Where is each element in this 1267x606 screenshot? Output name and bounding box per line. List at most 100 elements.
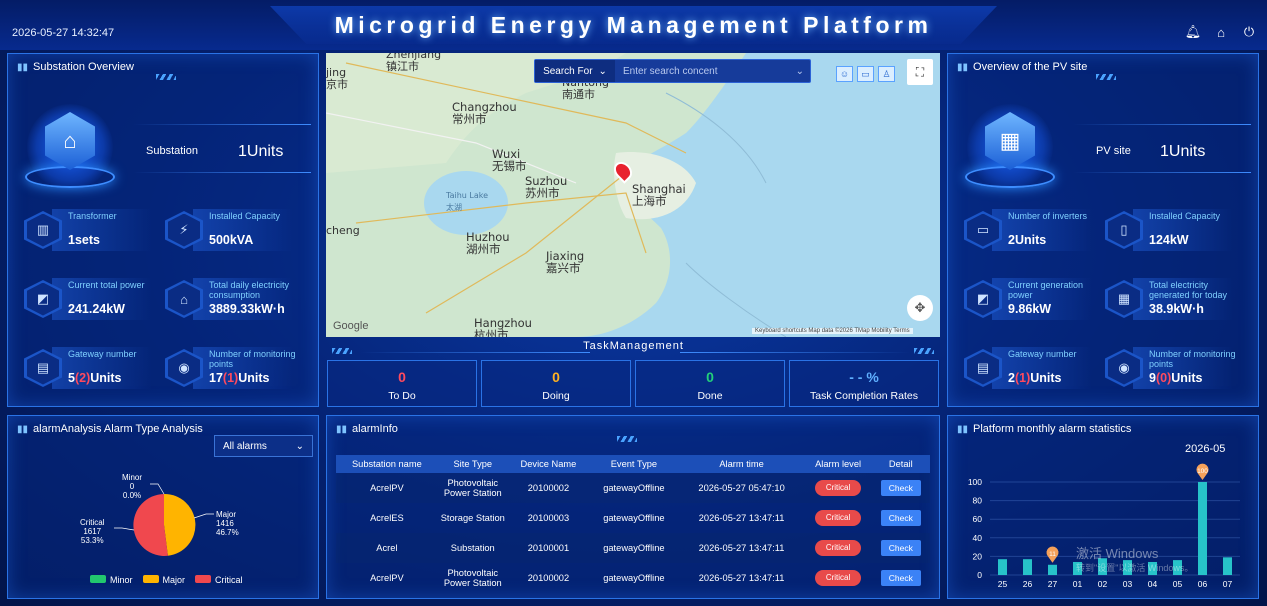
kpi-value: 38.9kW·h bbox=[1149, 302, 1204, 316]
legend-item-critical[interactable]: Critical bbox=[195, 575, 243, 585]
pv-panel: ▮▮ Overview of the PV site ▦ PV site 1Uni… bbox=[947, 53, 1259, 407]
chevron-down-icon: ⌄ bbox=[598, 65, 607, 77]
fullscreen-icon[interactable]: ⛶ bbox=[907, 59, 933, 85]
x-tick-label: 05 bbox=[1173, 579, 1183, 589]
chevron-down-icon: ⌄ bbox=[295, 440, 304, 452]
bar[interactable] bbox=[1198, 482, 1207, 575]
table-row: AcrelPV Photovoltaic Power Station 20100… bbox=[336, 473, 930, 503]
home-icon[interactable]: ⌂ bbox=[1213, 24, 1229, 40]
table-row: AcrelPV Photovoltaic Power Station 20100… bbox=[336, 563, 930, 593]
person-icon[interactable]: ☺ bbox=[836, 66, 853, 82]
windows-watermark: 激活 Windows bbox=[1076, 546, 1159, 561]
bar[interactable] bbox=[1223, 557, 1232, 575]
task-label: To Do bbox=[388, 390, 416, 402]
substation-stat-value: 1Units bbox=[238, 143, 284, 160]
task-doing[interactable]: 0 Doing bbox=[481, 360, 631, 407]
bar-chart-icon: ▮▮ bbox=[17, 61, 29, 73]
map-place: Jiaxing 嘉兴市 bbox=[546, 249, 585, 275]
col-header: Event Type bbox=[589, 455, 679, 473]
legend-item-major[interactable]: Major bbox=[142, 575, 185, 585]
x-tick-label: 07 bbox=[1223, 579, 1233, 589]
map-view[interactable]: Zhenjiang镇江市 jing京市 Nantong南通市 Changzhou… bbox=[326, 53, 940, 337]
task-count: - - % bbox=[849, 369, 879, 385]
check-button[interactable]: Check bbox=[880, 540, 921, 556]
kpi-value: 500kVA bbox=[209, 233, 254, 247]
gateway-icon: ▤ bbox=[27, 351, 59, 385]
kpi-value: 9(0)Units bbox=[1149, 371, 1203, 385]
map-place: Wuxi 无锡市 bbox=[492, 147, 527, 173]
house-electric-icon: ⌂ bbox=[168, 282, 200, 316]
alarm-level-badge: Critical bbox=[815, 570, 862, 586]
map-place: Zhenjiang 镇江市 bbox=[386, 53, 442, 73]
kpi-value: 2Units bbox=[1008, 233, 1047, 247]
y-tick-label: 80 bbox=[973, 496, 983, 506]
search-input[interactable]: Enter search concent ⌄ bbox=[615, 60, 810, 82]
task-todo[interactable]: 0 To Do bbox=[327, 360, 477, 407]
current-datetime: 2026-05-27 14:32:47 bbox=[12, 27, 115, 39]
kpi-label: Total daily electricity consumption bbox=[209, 280, 290, 300]
check-button[interactable]: Check bbox=[880, 480, 921, 496]
bar[interactable] bbox=[1023, 559, 1032, 575]
task-completion-rate[interactable]: - - % Task Completion Rates bbox=[789, 360, 939, 407]
x-tick-label: 01 bbox=[1073, 579, 1083, 589]
map-place: Changzhou 常州市 bbox=[452, 100, 517, 126]
kpi-label: Number of monitoring points bbox=[1149, 349, 1236, 369]
compass-icon[interactable]: ✥ bbox=[907, 295, 933, 321]
marker-label: 11 bbox=[1049, 551, 1056, 558]
kpi-value: 1sets bbox=[68, 233, 100, 247]
x-tick-label: 06 bbox=[1198, 579, 1208, 589]
pie-slice-critical bbox=[133, 494, 168, 556]
alarm-table: Substation name Site Type Device Name Ev… bbox=[336, 455, 930, 593]
bar[interactable] bbox=[1048, 564, 1057, 575]
map-place: Hangzhou 杭州市 bbox=[474, 316, 532, 337]
decor-stripes bbox=[156, 74, 176, 80]
capacity-icon: ⚡︎ bbox=[168, 213, 200, 247]
page-title: Microgrid Energy Management Platform bbox=[334, 12, 933, 38]
panel-title: ▮▮ Substation Overview bbox=[17, 61, 134, 73]
vehicle-icon[interactable]: ▭ bbox=[857, 66, 874, 82]
y-tick-label: 100 bbox=[968, 477, 982, 487]
kpi-value: 124kW bbox=[1149, 233, 1189, 247]
y-tick-label: 0 bbox=[977, 570, 982, 580]
decor-line bbox=[133, 124, 311, 125]
kpi-value: 241.24kW bbox=[68, 302, 125, 316]
alarm-filter-select[interactable]: All alarms ⌄ bbox=[214, 435, 313, 457]
decor-line bbox=[680, 352, 910, 353]
kpi-installed-capacity: ⚡︎ Installed Capacity 500kVA bbox=[163, 203, 301, 255]
kpi-value: 17(1)Units bbox=[209, 371, 270, 385]
search-type-select[interactable]: Search For ⌄ bbox=[535, 60, 615, 82]
col-header: Detail bbox=[871, 455, 930, 473]
col-header: Alarm time bbox=[678, 455, 805, 473]
panel-title: ▮▮ alarmInfo bbox=[336, 423, 398, 435]
solar-panel-icon: ▦ bbox=[999, 128, 1021, 153]
bell-icon[interactable]: 🔔︎ bbox=[1185, 24, 1202, 40]
bar[interactable] bbox=[998, 559, 1007, 575]
power-icon[interactable]: ⏻ bbox=[1241, 24, 1257, 40]
table-header: Substation name Site Type Device Name Ev… bbox=[336, 455, 930, 473]
task-count: 0 bbox=[398, 369, 406, 385]
top-icons: 🔔︎ ⌂ ⏻ bbox=[1185, 24, 1257, 40]
task-label: Doing bbox=[542, 390, 570, 402]
kpi-pv-capacity: ▯ Installed Capacity 124kW bbox=[1103, 203, 1241, 255]
kpi-generation-power: ◩ Current generation power 9.86kW bbox=[962, 272, 1100, 324]
task-label: Task Completion Rates bbox=[810, 390, 918, 402]
map-footer[interactable]: Keyboard shortcuts Map data ©2026 TMap M… bbox=[752, 328, 913, 334]
alarm-level-badge: Critical bbox=[815, 540, 862, 556]
kpi-value: 9.86kW bbox=[1008, 302, 1052, 316]
substation-panel: ▮▮ Substation Overview ⌂ Substation 1Unit… bbox=[7, 53, 319, 407]
pv-stat-value: 1Units bbox=[1160, 143, 1206, 160]
col-header: Alarm level bbox=[804, 455, 872, 473]
task-done[interactable]: 0 Done bbox=[635, 360, 785, 407]
user-marker-icon[interactable]: ♙ bbox=[878, 66, 895, 82]
kpi-label: Current generation power bbox=[1008, 280, 1084, 300]
map-place: Shanghai 上海市 bbox=[632, 182, 686, 208]
check-button[interactable]: Check bbox=[880, 570, 921, 586]
legend-item-minor[interactable]: Minor bbox=[90, 575, 133, 585]
kpi-current-total-power: ◩ Current total power 241.24kW bbox=[22, 272, 160, 324]
x-tick-label: 27 bbox=[1048, 579, 1058, 589]
kpi-daily-consumption: ⌂ Total daily electricity consumption 38… bbox=[163, 272, 301, 324]
marker-label: 100 bbox=[1197, 468, 1208, 475]
check-button[interactable]: Check bbox=[880, 510, 921, 526]
map-brand: Google bbox=[333, 320, 369, 332]
bar-chart-icon: ▮▮ bbox=[336, 423, 348, 435]
